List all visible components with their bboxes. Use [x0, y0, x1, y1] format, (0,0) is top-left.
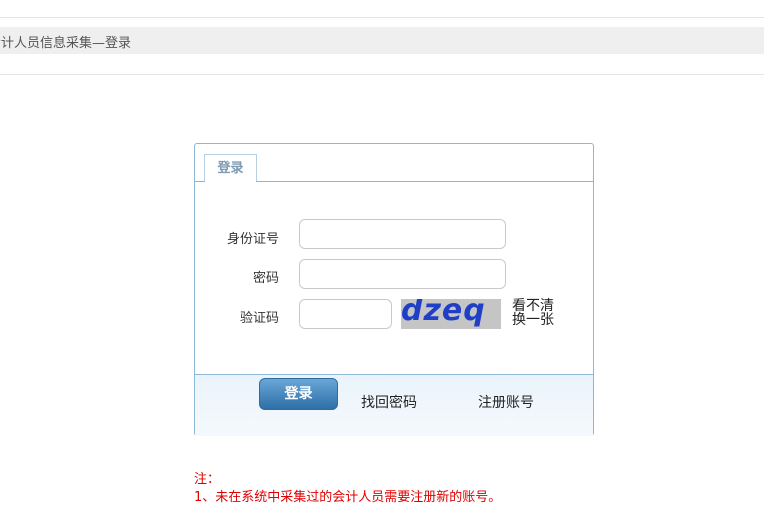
notes: 注： 1、未在系统中采集过的会计人员需要注册新的账号。: [194, 471, 501, 507]
id-number-label: 身份证号: [226, 232, 279, 247]
password-input[interactable]: [299, 259, 506, 289]
login-footer: 登录 找回密码 注册账号: [195, 374, 593, 436]
captcha-input[interactable]: [299, 299, 392, 329]
page-title-bar: 会计人员信息采集—登录: [0, 27, 764, 54]
captcha-refresh-line1: 看不清: [512, 298, 554, 314]
captcha-refresh-link[interactable]: 看不清 换一张: [512, 299, 562, 327]
password-label: 密码: [252, 271, 279, 286]
login-button[interactable]: 登录: [259, 378, 338, 410]
register-link[interactable]: 注册账号: [478, 392, 534, 412]
forgot-password-link[interactable]: 找回密码: [361, 392, 417, 412]
notes-heading: 注：: [194, 472, 221, 487]
captcha-refresh-line2: 换一张: [512, 312, 554, 328]
top-divider: [0, 17, 764, 18]
captcha-image[interactable]: dzeq: [401, 299, 501, 329]
captcha-text: dzeq: [401, 299, 486, 328]
tab-login[interactable]: 登录: [204, 154, 257, 181]
login-panel: 登录 身份证号 密码 验证码 dzeq 看不清 换一张 登录 找回密码 注册账号: [194, 143, 594, 436]
tab-strip: 登录: [195, 144, 593, 182]
id-number-input[interactable]: [299, 219, 506, 249]
notes-item: 1、未在系统中采集过的会计人员需要注册新的账号。: [194, 490, 502, 505]
page-title: 会计人员信息采集—登录: [0, 36, 132, 51]
captcha-label: 验证码: [239, 311, 279, 326]
title-divider: [0, 74, 764, 75]
